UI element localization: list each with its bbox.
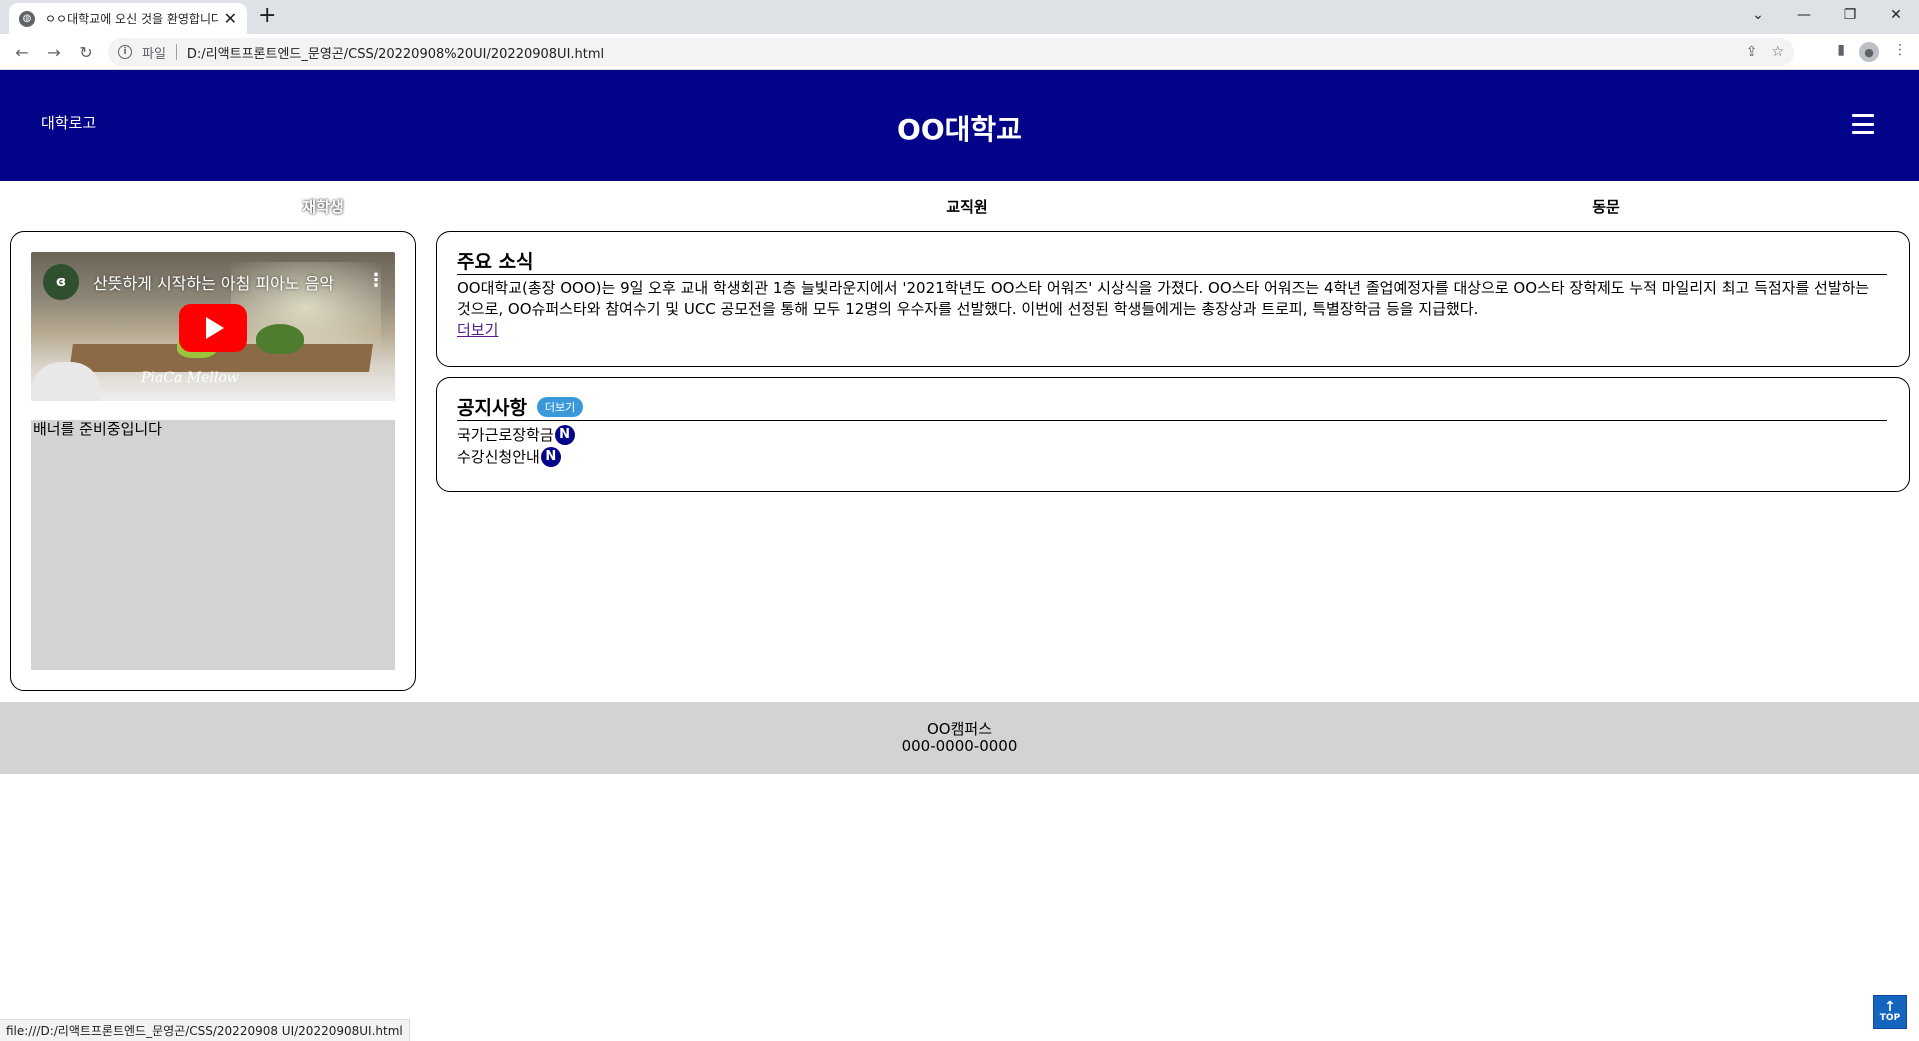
new-tab-button[interactable]: + (258, 5, 276, 27)
share-icon[interactable]: ⇪ (1746, 44, 1758, 60)
nav-item-faculty[interactable]: 교직원 (946, 196, 987, 217)
reload-icon[interactable]: ↻ (74, 40, 98, 64)
sidebar: ɞ 산뜻하게 시작하는 아침 피아노 음악 ⋮ PiaCa Mellow 배너를… (10, 231, 416, 691)
news-body: OO대학교(총장 OOO)는 9일 오후 교내 학생회관 1층 늘빛라운지에서 … (457, 279, 1870, 318)
top-label: TOP (1879, 1013, 1901, 1023)
globe-icon: ◍ (19, 10, 35, 27)
scroll-top-button[interactable]: ↑ TOP (1873, 995, 1907, 1029)
tab-search-icon[interactable]: ⌄ (1735, 0, 1781, 30)
minimize-button[interactable]: — (1781, 0, 1827, 30)
video-thumbnail-plant (256, 324, 304, 354)
close-tab-icon[interactable]: ✕ (224, 10, 237, 27)
info-icon[interactable]: i (118, 45, 132, 59)
youtube-play-icon[interactable] (179, 304, 247, 352)
new-badge-icon: N (554, 425, 575, 445)
footer-campus: OO캠퍼스 (926, 720, 992, 738)
news-title: 주요 소식 (457, 251, 534, 273)
youtube-video-embed[interactable]: ɞ 산뜻하게 시작하는 아침 피아노 음악 ⋮ PiaCa Mellow (31, 252, 395, 401)
hamburger-menu-icon[interactable] (1852, 114, 1874, 134)
address-bar[interactable]: i 파일 D:/리액트프론트엔드_문영곤/CSS/20220908%20UI/2… (108, 38, 1794, 66)
news-more-link[interactable]: 더보기 (457, 320, 498, 340)
menu-kebab-icon[interactable]: ⋮ (1893, 42, 1907, 62)
notice-item-label[interactable]: 국가근로장학금 (457, 424, 554, 446)
notice-header: 공지사항 더보기 (457, 394, 1887, 421)
video-signature: PiaCa Mellow (141, 370, 239, 386)
browser-tab-bar: ◍ ㅇㅇ대학교에 오신 것을 환영합니다 ✕ + ⌄ — ❐ ✕ (0, 0, 1919, 34)
tab-title: ㅇㅇ대학교에 오신 것을 환영합니다 (45, 12, 218, 26)
notice-list: 국가근로장학금 N 수강신청안내 N (457, 424, 1887, 468)
divider (175, 44, 177, 60)
banner-placeholder: 배너를 준비중입니다 (31, 420, 395, 670)
notice-title: 공지사항 (457, 397, 527, 419)
restore-button[interactable]: ❐ (1827, 0, 1873, 30)
site-title: OO대학교 (897, 113, 1022, 146)
news-header: 주요 소식 (457, 248, 1887, 275)
url-text[interactable]: D:/리액트프론트엔드_문영곤/CSS/20220908%20UI/202209… (187, 43, 604, 62)
video-title[interactable]: 산뜻하게 시작하는 아침 피아노 음악 (93, 270, 353, 294)
forward-icon[interactable]: → (42, 40, 66, 64)
window-controls: ⌄ — ❐ ✕ (1735, 0, 1919, 30)
toolbar-actions: ▮ ● ⋮ (1837, 42, 1907, 62)
browser-tab[interactable]: ◍ ㅇㅇ대학교에 오신 것을 환영합니다 ✕ (9, 3, 247, 34)
banner-text: 배너를 준비중입니다 (33, 420, 162, 438)
notice-item-label[interactable]: 수강신청안내 (457, 446, 540, 468)
side-panel-icon[interactable]: ▮ (1837, 42, 1845, 62)
bookmark-star-icon[interactable]: ☆ (1771, 44, 1784, 60)
list-item[interactable]: 수강신청안내 N (457, 446, 1887, 468)
arrow-up-icon: ↑ (1884, 999, 1896, 1015)
browser-status-bar: file:///D:/리액트프론트엔드_문영곤/CSS/20220908 UI/… (0, 1019, 410, 1041)
site-footer: OO캠퍼스 000-0000-0000 (0, 702, 1919, 774)
close-window-button[interactable]: ✕ (1873, 0, 1919, 30)
notice-more-button[interactable]: 더보기 (536, 396, 584, 417)
list-item[interactable]: 국가근로장학금 N (457, 424, 1887, 446)
channel-avatar-icon[interactable]: ɞ (43, 264, 79, 300)
news-section: 주요 소식 OO대학교(총장 OOO)는 9일 오후 교내 학생회관 1층 늘빛… (436, 231, 1910, 367)
footer-phone: 000-0000-0000 (901, 737, 1018, 755)
nav-item-alumni[interactable]: 동문 (1592, 196, 1620, 217)
site-header: 대학로고 OO대학교 (0, 70, 1919, 181)
video-more-icon[interactable]: ⋮ (367, 270, 385, 291)
new-badge-icon: N (540, 447, 561, 467)
omnibox-actions: ⇪ ☆ (1746, 44, 1784, 60)
file-label: 파일 (142, 46, 166, 62)
main-nav: 재학생 교직원 동문 (0, 181, 1919, 231)
nav-item-students[interactable]: 재학생 (302, 196, 343, 217)
profile-avatar[interactable]: ● (1859, 42, 1879, 62)
notice-section: 공지사항 더보기 국가근로장학금 N 수강신청안내 N (436, 377, 1910, 492)
browser-toolbar: ← → ↻ i 파일 D:/리액트프론트엔드_문영곤/CSS/20220908%… (0, 34, 1919, 70)
back-icon[interactable]: ← (10, 40, 34, 64)
